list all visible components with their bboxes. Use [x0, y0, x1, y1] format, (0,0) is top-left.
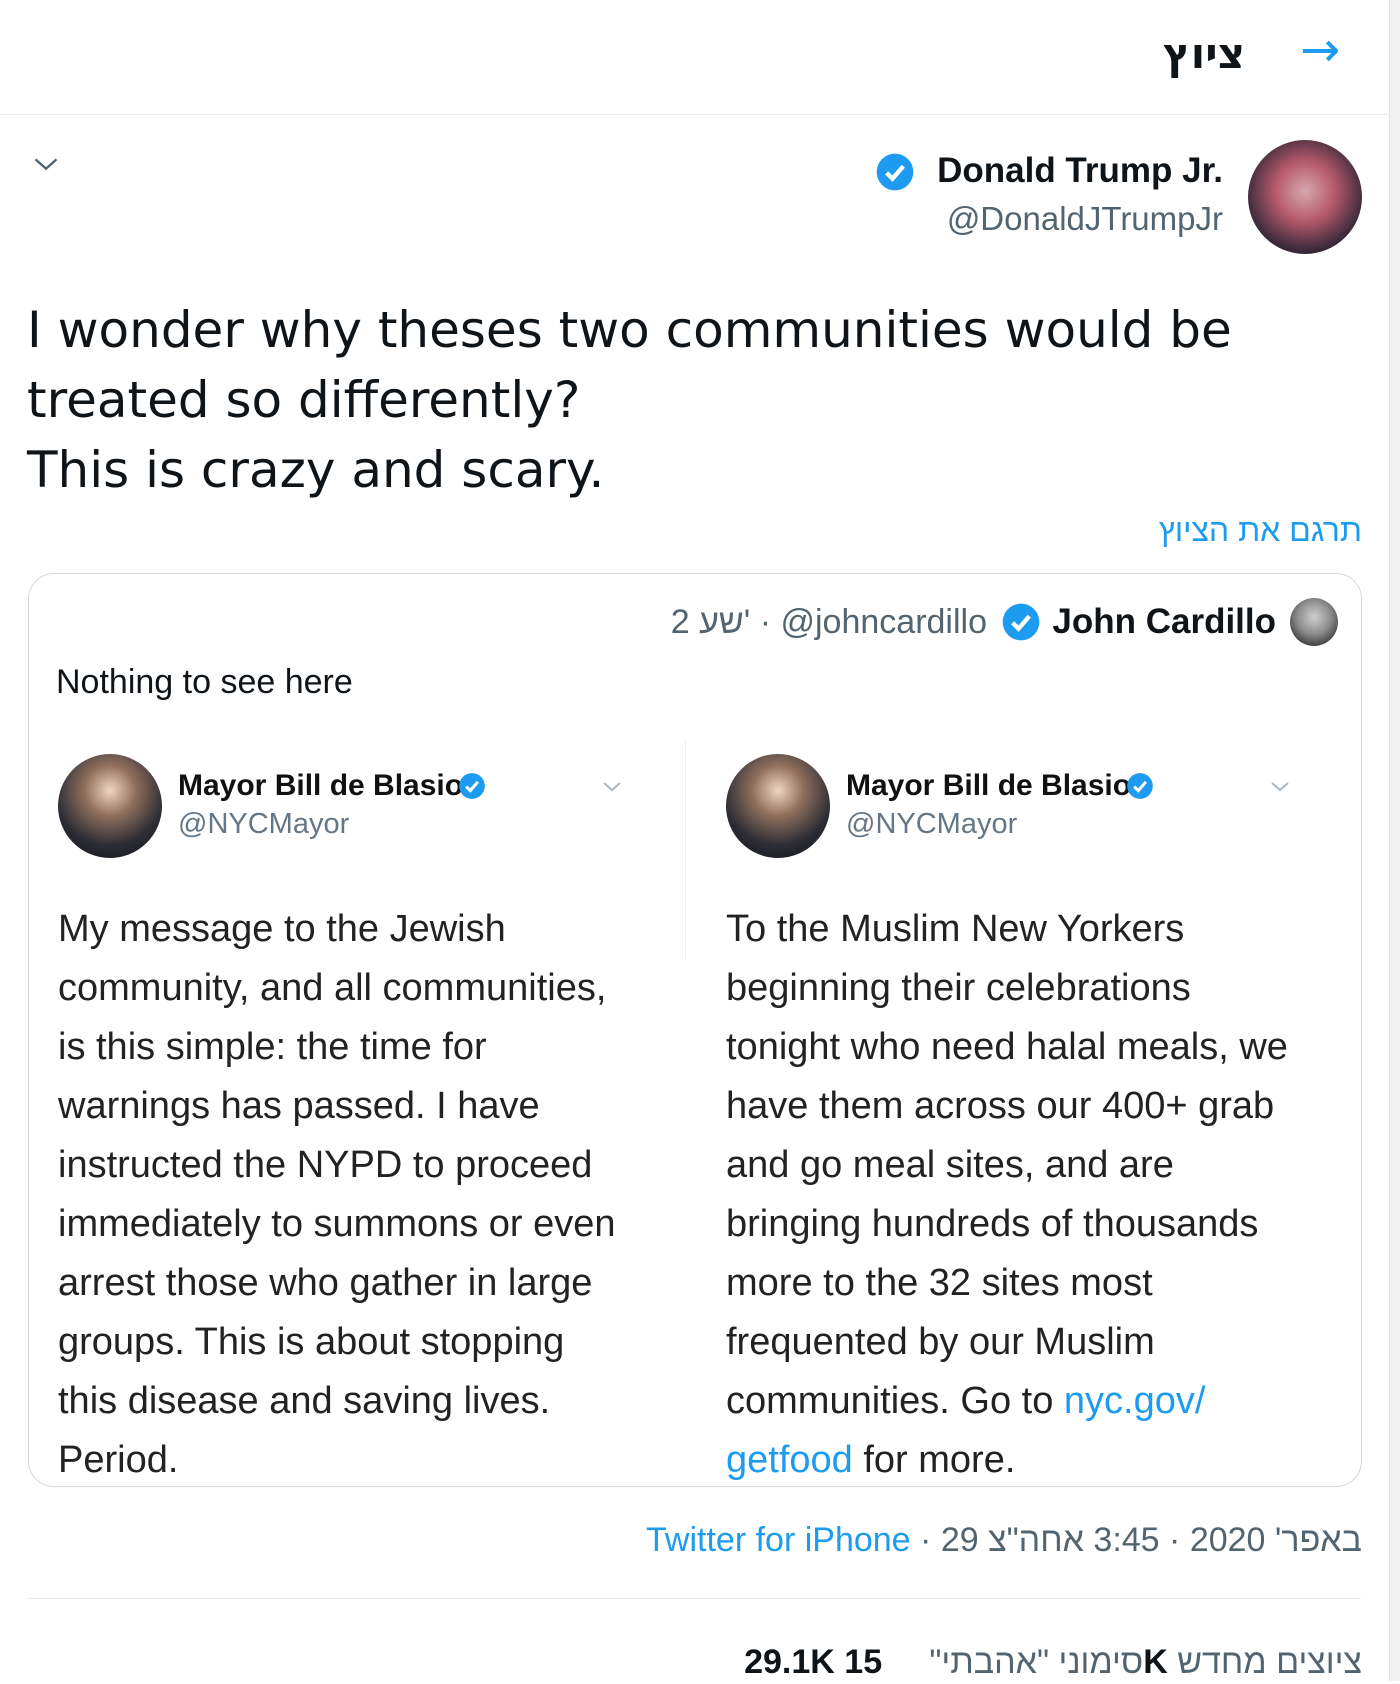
back-arrow-icon[interactable]: →: [1300, 22, 1340, 78]
text-line: and go meal sites, and are: [726, 1144, 1174, 1186]
verified-badge-icon: [876, 153, 914, 191]
getfood-link[interactable]: getfood: [726, 1439, 853, 1481]
text-line: instructed the NYPD to proceed: [58, 1144, 593, 1186]
mayor-tweet-text: My message to the Jewish community, and …: [58, 900, 638, 1483]
chevron-down-icon[interactable]: [32, 150, 60, 178]
panel-divider: [685, 740, 686, 960]
text-line: arrest those who gather in large: [58, 1262, 593, 1304]
text-line: is this simple: the time for: [58, 1026, 487, 1068]
verified-badge-icon: [1002, 603, 1040, 641]
tweet-meta: Twitter for iPhone · 29 באפר' 2020 · 3:4…: [646, 1518, 1362, 1562]
text-line: more to the 32 sites most: [726, 1262, 1153, 1304]
verified-badge-icon: [1127, 773, 1153, 799]
quoted-meta: 2 שע' · @johncardillo: [671, 600, 987, 644]
likes-count[interactable]: 29.1K: [744, 1643, 835, 1681]
text-line: warnings has passed. I have: [58, 1085, 540, 1127]
embedded-tweet-image-right[interactable]: Mayor Bill de Blasio @NYCMayor To the Mu…: [708, 738, 1308, 1483]
mayor-tweet-text: To the Muslim New Yorkers beginning thei…: [726, 900, 1306, 1483]
getfood-link[interactable]: nyc.gov/: [1064, 1380, 1206, 1422]
mayor-name: Mayor Bill de Blasio: [178, 769, 464, 802]
avatar[interactable]: [1248, 140, 1362, 254]
likes-label[interactable]: סימוני "אהבתי": [929, 1643, 1143, 1681]
chevron-down-icon: [603, 782, 621, 792]
tweet-time[interactable]: 3:45 אחה"צ: [988, 1521, 1160, 1559]
text-line: have them across our 400+ grab: [726, 1085, 1275, 1127]
text-line: beginning their celebrations: [726, 967, 1191, 1009]
scrollbar[interactable]: [1389, 0, 1400, 1681]
quoted-handle: @johncardillo: [780, 603, 987, 641]
text-line: groups. This is about stopping: [58, 1321, 565, 1363]
source-link[interactable]: Twitter for iPhone: [646, 1521, 911, 1559]
quoted-author-name[interactable]: John Cardillo: [1052, 600, 1276, 644]
text-line: this disease and saving lives.: [58, 1380, 551, 1422]
text-line: frequented by our Muslim: [726, 1321, 1155, 1363]
quoted-time: 2 שע': [670, 603, 751, 641]
top-bar: → ציוץ: [0, 0, 1390, 115]
text-line: tonight who need halal meals, we: [726, 1026, 1288, 1068]
text-line: Period.: [58, 1439, 179, 1481]
chevron-down-icon: [1271, 782, 1289, 792]
text-fragment: communities. Go to: [726, 1380, 1064, 1422]
tweet-line: treated so differently?: [27, 371, 581, 429]
tweet-text: I wonder why theses two communities woul…: [27, 295, 1327, 505]
tweet-stats: 29.1K סימוני "אהבתי" 15K ציוצים מחדש: [744, 1640, 1362, 1684]
mayor-avatar: [726, 754, 830, 858]
text-fragment: for more.: [852, 1439, 1016, 1481]
text-line: immediately to summons or even: [58, 1203, 616, 1245]
mayor-handle: @NYCMayor: [846, 808, 1018, 840]
author-handle[interactable]: @DonaldJTrumpJr: [947, 198, 1223, 240]
text-line: My message to the Jewish: [58, 908, 506, 950]
quoted-avatar[interactable]: [1290, 598, 1338, 646]
divider: [27, 1598, 1361, 1599]
text-line: communities. Go to nyc.gov/: [726, 1372, 1306, 1431]
translate-link[interactable]: תרגם את הציוץ: [1159, 512, 1362, 549]
quoted-text: Nothing to see here: [56, 663, 353, 701]
tweet-line: This is crazy and scary.: [27, 441, 605, 499]
dot-separator: ·: [759, 603, 772, 641]
mayor-avatar: [58, 754, 162, 858]
tweet-page: → ציוץ Donald Trump Jr. @DonaldJTrumpJr …: [0, 0, 1400, 1681]
page-title: ציוץ: [1163, 29, 1245, 78]
dot-separator: ·: [920, 1521, 932, 1559]
text-line: community, and all communities,: [58, 967, 607, 1009]
mayor-name: Mayor Bill de Blasio: [846, 769, 1132, 802]
dot-separator: ·: [1169, 1521, 1181, 1559]
mayor-handle: @NYCMayor: [178, 808, 350, 840]
verified-badge-icon: [459, 773, 485, 799]
text-line: getfood for more.: [726, 1431, 1306, 1483]
text-line: To the Muslim New Yorkers: [726, 908, 1185, 950]
retweets-label[interactable]: ציוצים מחדש: [1177, 1643, 1362, 1681]
author-name[interactable]: Donald Trump Jr.: [937, 150, 1223, 192]
text-line: bringing hundreds of thousands: [726, 1203, 1259, 1245]
tweet-line: I wonder why theses two communities woul…: [27, 301, 1232, 359]
embedded-tweet-image-left[interactable]: Mayor Bill de Blasio @NYCMayor My messag…: [40, 738, 640, 1483]
